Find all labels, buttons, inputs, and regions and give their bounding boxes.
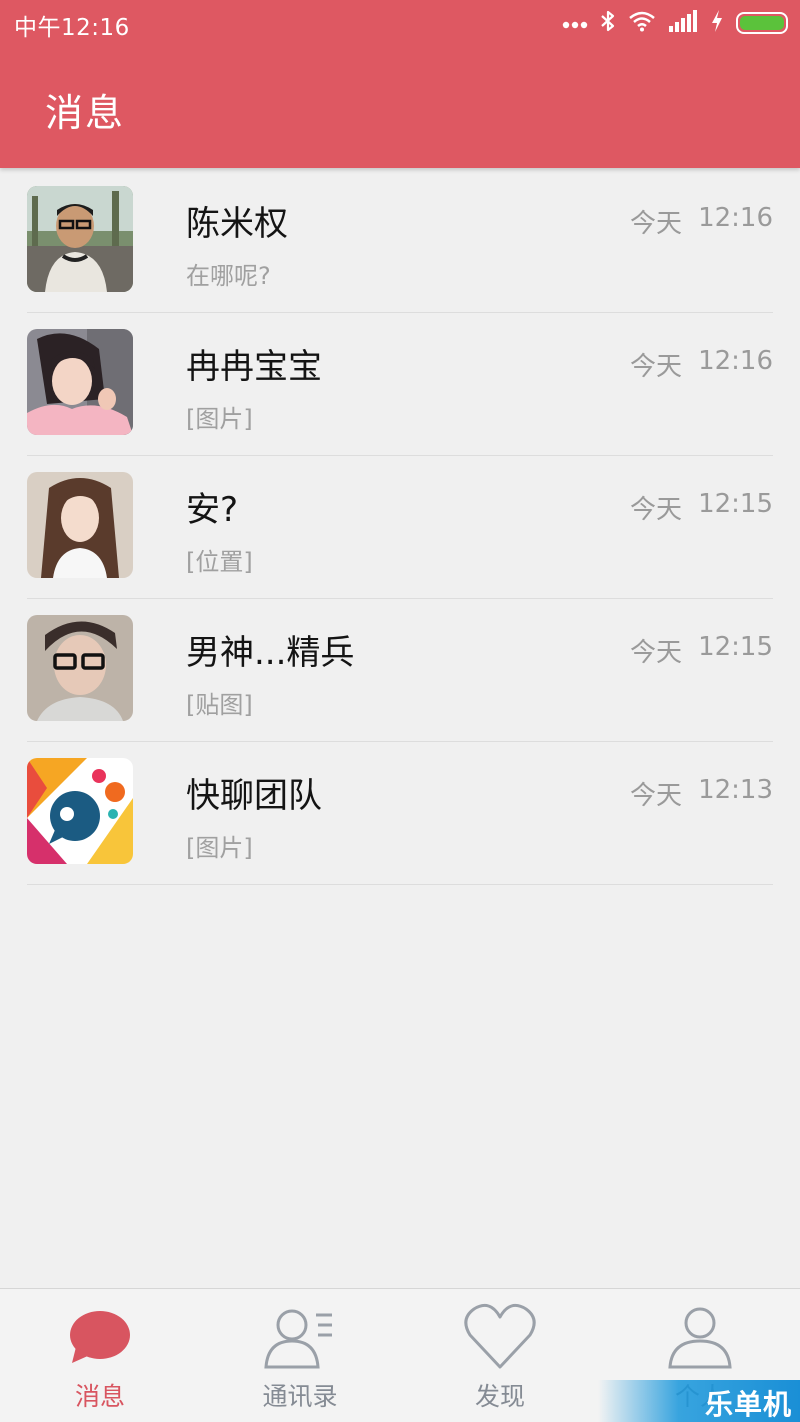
message-clock: 12:13: [698, 775, 773, 805]
contact-name: 冉冉宝宝: [186, 347, 322, 387]
watermark-text: 乐单机: [704, 1388, 792, 1421]
watermark: 乐单机: [598, 1380, 800, 1422]
contact-name: 男神...精兵: [186, 633, 355, 673]
message-time: 今天 12:16: [630, 203, 773, 240]
message-day: 今天: [630, 781, 683, 811]
page-title: 消息: [45, 91, 126, 135]
message-clock: 12:15: [698, 632, 773, 662]
signal-icon: [668, 10, 698, 36]
message-time: 今天 12:13: [630, 775, 773, 812]
message-time: 今天 12:15: [630, 489, 773, 526]
charging-icon: [710, 9, 724, 37]
message-preview: [贴图]: [186, 691, 253, 719]
tab-contacts[interactable]: 通讯录: [200, 1289, 400, 1422]
conversation-item[interactable]: 陈米权 在哪呢? 今天 12:16: [0, 170, 800, 313]
message-clock: 12:16: [698, 203, 773, 233]
person-icon: [662, 1301, 738, 1371]
bluetooth-icon: [600, 9, 616, 37]
avatar[interactable]: [27, 329, 133, 435]
wifi-icon: [628, 10, 656, 36]
message-preview: [图片]: [186, 405, 253, 433]
avatar[interactable]: [27, 186, 133, 292]
contact-name: 快聊团队: [186, 776, 322, 816]
tab-messages[interactable]: 消息: [0, 1289, 200, 1422]
conversation-item[interactable]: 快聊团队 [图片] 今天 12:13: [0, 742, 800, 885]
status-bar: 中午12:16: [0, 0, 800, 46]
message-clock: 12:15: [698, 489, 773, 519]
message-preview: 在哪呢?: [186, 262, 271, 290]
conversation-item[interactable]: 男神...精兵 [贴图] 今天 12:15: [0, 599, 800, 742]
contacts-icon: [262, 1301, 338, 1371]
chat-bubble-icon: [62, 1301, 138, 1371]
message-day: 今天: [630, 352, 683, 382]
conversation-item[interactable]: 安? [位置] 今天 12:15: [0, 456, 800, 599]
tab-discover[interactable]: 发现: [400, 1289, 600, 1422]
divider: [27, 884, 773, 885]
contact-name: 陈米权: [186, 204, 288, 244]
conversation-list: 陈米权 在哪呢? 今天 12:16 冉冉宝宝 [图片] 今天 12:16 安? …: [0, 170, 800, 885]
heart-icon: [462, 1301, 538, 1371]
more-dots-icon: [562, 14, 588, 33]
battery-icon: [736, 12, 788, 34]
tab-label: 消息: [74, 1382, 125, 1411]
status-icons: [562, 8, 788, 38]
message-preview: [位置]: [186, 548, 253, 576]
message-day: 今天: [630, 209, 683, 239]
tab-label: 通讯录: [262, 1382, 338, 1411]
status-time: 中午12:16: [14, 15, 130, 41]
contact-name: 安?: [186, 490, 239, 530]
avatar[interactable]: [27, 615, 133, 721]
message-day: 今天: [630, 638, 683, 668]
tab-label: 发现: [474, 1382, 525, 1411]
avatar[interactable]: [27, 472, 133, 578]
message-time: 今天 12:15: [630, 632, 773, 669]
battery-fill: [740, 16, 784, 30]
conversation-item[interactable]: 冉冉宝宝 [图片] 今天 12:16: [0, 313, 800, 456]
message-preview: [图片]: [186, 834, 253, 862]
message-clock: 12:16: [698, 346, 773, 376]
message-day: 今天: [630, 495, 683, 525]
avatar[interactable]: [27, 758, 133, 864]
app-bar: 中午12:16 消息: [0, 0, 800, 168]
message-time: 今天 12:16: [630, 346, 773, 383]
